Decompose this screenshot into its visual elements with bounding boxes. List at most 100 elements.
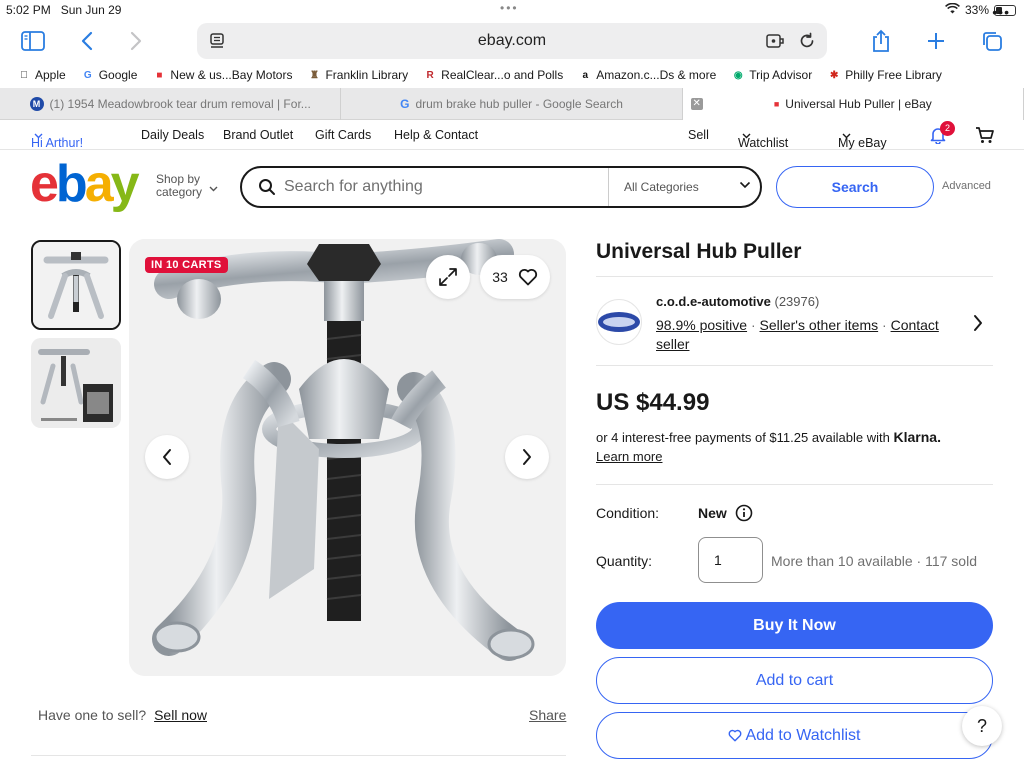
search-icon <box>259 179 275 195</box>
new-tab-icon[interactable] <box>921 26 951 56</box>
thumbnail-1[interactable] <box>31 240 121 330</box>
daily-deals-link[interactable]: Daily Deals <box>141 128 204 142</box>
add-to-cart-button[interactable]: Add to cart <box>596 657 993 704</box>
close-tab-icon[interactable]: ✕ <box>690 98 703 110</box>
watch-count-button[interactable]: 33 <box>480 255 550 299</box>
in-carts-badge: IN 10 CARTS <box>145 257 228 273</box>
chevron-right-icon <box>523 449 531 465</box>
realclear-icon: R <box>426 69 434 81</box>
tab-ebay[interactable]: ✕ ■ Universal Hub Puller | eBay <box>682 88 1024 120</box>
info-icon[interactable] <box>735 504 753 522</box>
my-ebay-link[interactable]: My eBay <box>838 128 887 150</box>
brand-outlet-link[interactable]: Brand Outlet <box>223 128 293 142</box>
bookmark-item[interactable]: ♜ Franklin Library <box>308 68 408 82</box>
bookmark-item[interactable]: ◉ Trip Advisor <box>732 68 812 82</box>
tab-label: (1) 1954 Meadowbrook tear drum removal |… <box>49 97 311 111</box>
klarna-installments: or 4 interest-free payments of $11.25 av… <box>596 428 996 466</box>
sellers-other-items-link[interactable]: Seller's other items <box>760 317 879 333</box>
buy-it-now-button[interactable]: Buy It Now <box>596 602 993 649</box>
advanced-search-link[interactable]: Advanced <box>942 180 991 192</box>
ebay-top-nav: Hi Arthur! Daily Deals Brand Outlet Gift… <box>0 120 1024 150</box>
divider <box>608 168 609 206</box>
multitasking-dots[interactable]: ••• <box>500 1 519 15</box>
sell-link[interactable]: Sell <box>688 128 709 142</box>
bookmark-item[interactable]: a Amazon.c...Ds & more <box>579 68 716 82</box>
universal-hub-puller-image <box>129 239 566 676</box>
add-to-watchlist-button[interactable]: Add to Watchlist <box>596 712 993 759</box>
back-icon[interactable] <box>72 26 102 56</box>
positive-feedback-link[interactable]: 98.9% positive <box>656 317 747 333</box>
bookmark-label: RealClear...o and Polls <box>441 68 564 82</box>
status-bar: 5:02 PM Sun Jun 29 ••• 33% <box>0 0 1024 20</box>
bookmark-item[interactable]: R RealClear...o and Polls <box>424 68 564 82</box>
seller-feedback-count: (23976) <box>774 294 820 309</box>
reload-icon[interactable] <box>795 29 819 53</box>
google-favicon: G <box>400 97 410 111</box>
wifi-icon <box>945 2 960 17</box>
divider <box>596 484 993 485</box>
seller-name[interactable]: c.o.d.e-automotive (23976) <box>656 294 819 309</box>
bookmark-item[interactable]: ✱ Philly Free Library <box>828 68 942 82</box>
help-contact-link[interactable]: Help & Contact <box>394 128 478 142</box>
bookmarks-more-icon[interactable]: ••• <box>992 4 1010 20</box>
ebay-favicon: ■ <box>773 99 780 109</box>
next-image-button[interactable] <box>505 435 549 479</box>
search-input[interactable] <box>284 176 604 198</box>
bookmark-item[interactable]:  Apple <box>18 68 65 82</box>
tab-overview-icon[interactable] <box>977 26 1007 56</box>
sidebar-icon[interactable] <box>18 26 48 56</box>
extension-icon[interactable] <box>763 29 787 53</box>
bookmark-label: New & us...Bay Motors <box>170 68 293 82</box>
tab-meadowbrook[interactable]: M (1) 1954 Meadowbrook tear drum removal… <box>0 88 342 120</box>
status-time: 5:02 PM Sun Jun 29 <box>6 3 122 17</box>
divider <box>596 276 993 277</box>
condition-label: Condition: <box>596 505 660 521</box>
bookmark-label: Google <box>98 68 138 82</box>
tripadvisor-icon: ◉ <box>733 69 743 81</box>
google-icon: G <box>83 69 92 81</box>
gift-cards-link[interactable]: Gift Cards <box>315 128 371 142</box>
watch-count: 33 <box>492 269 508 285</box>
bookmark-label: Trip Advisor <box>749 68 813 82</box>
shop-by-category[interactable]: Shop by category <box>156 173 218 199</box>
tab-label: Universal Hub Puller | eBay <box>785 97 932 111</box>
divider <box>596 365 993 366</box>
ebay-logo[interactable]: ebay <box>30 158 140 210</box>
bookmark-item[interactable]: G Google <box>82 68 138 82</box>
quantity-input[interactable] <box>698 537 763 583</box>
share-link[interactable]: Share <box>529 707 566 723</box>
sell-now-link[interactable]: Sell now <box>154 707 207 723</box>
category-label: category <box>156 185 203 199</box>
thumbnail-2[interactable] <box>31 338 121 428</box>
quantity-label: Quantity: <box>596 553 653 569</box>
search-button[interactable]: Search <box>776 166 934 208</box>
seller-avatar[interactable] <box>596 299 642 345</box>
watchlist-link[interactable]: Watchlist <box>738 128 788 150</box>
greeting[interactable]: Hi Arthur! <box>31 128 83 150</box>
main-product-image[interactable] <box>129 239 566 676</box>
seller-logo-image <box>598 312 640 332</box>
cart-icon[interactable] <box>975 126 995 147</box>
chevron-down-icon[interactable] <box>739 181 751 189</box>
help-button[interactable]: ? <box>962 706 1002 746</box>
category-select[interactable]: All Categories <box>624 180 699 194</box>
bookmark-item[interactable]: ■ New & us...Bay Motors <box>153 68 292 82</box>
learn-more-link[interactable]: Learn more <box>596 449 662 464</box>
ebay-motors-icon: ■ <box>156 69 163 81</box>
heart-icon <box>518 269 537 286</box>
expand-image-button[interactable] <box>426 255 470 299</box>
bookmark-label: Amazon.c...Ds & more <box>596 68 717 82</box>
address-bar[interactable]: ebay.com <box>197 23 827 59</box>
tab-google-search[interactable]: G drum brake hub puller - Google Search <box>341 88 683 120</box>
library-icon: ♜ <box>309 69 319 81</box>
have-one-to-sell: Have one to sell? Sell now <box>38 707 207 723</box>
klarna-logo: Klarna. <box>893 429 941 445</box>
chevron-left-icon <box>163 449 171 465</box>
separator: · <box>882 317 887 333</box>
share-icon[interactable] <box>866 26 896 56</box>
chevron-right-icon[interactable] <box>972 314 984 332</box>
forward-icon[interactable] <box>121 26 151 56</box>
forum-favicon: M <box>29 97 44 111</box>
previous-image-button[interactable] <box>145 435 189 479</box>
battery-percent: 33% <box>964 3 989 17</box>
